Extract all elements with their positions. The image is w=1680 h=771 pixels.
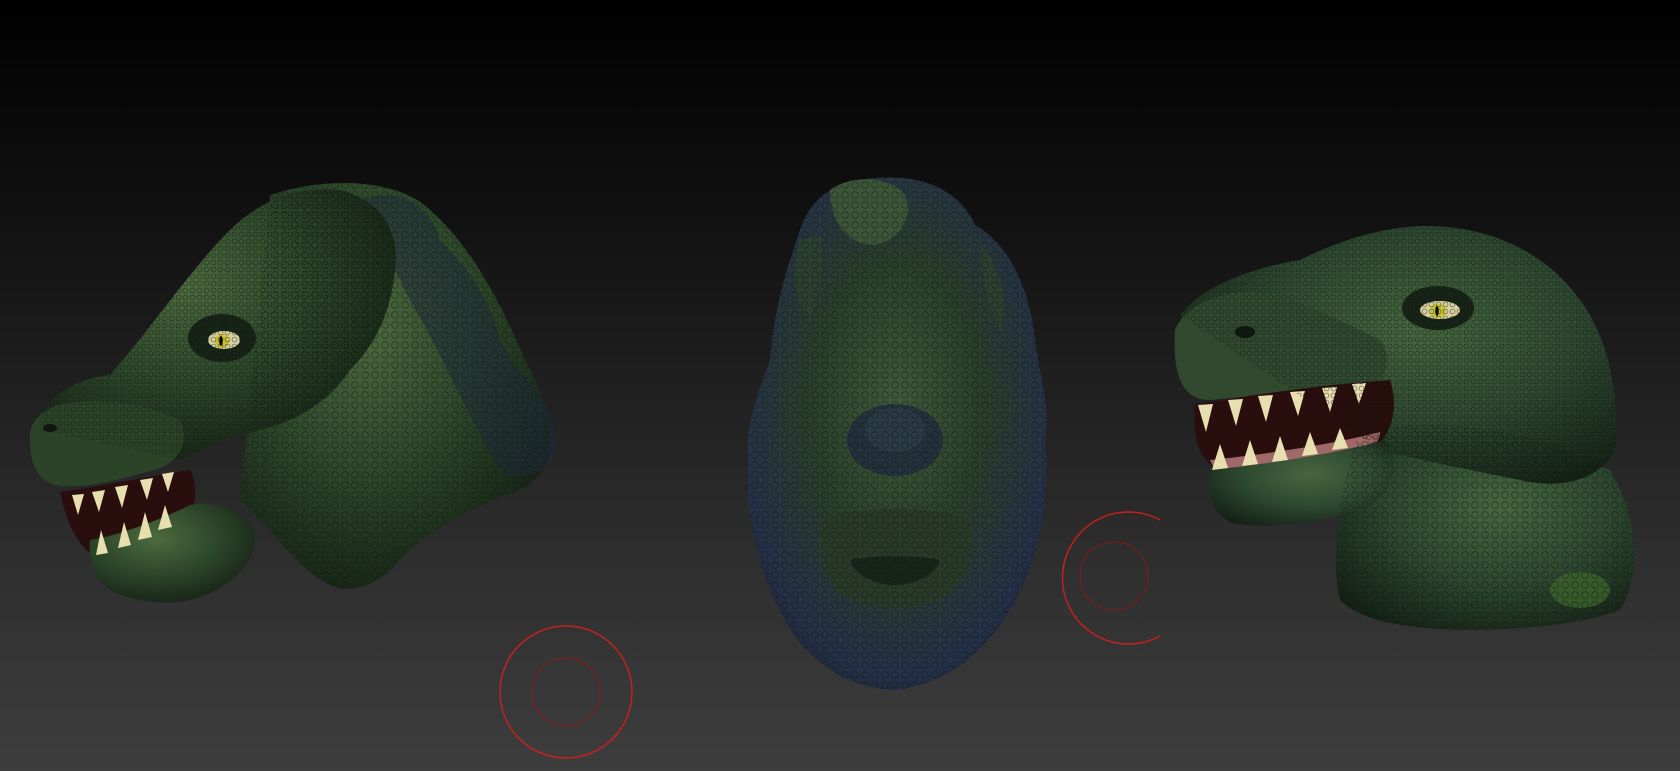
dinosaur-head-model-right bbox=[1174, 225, 1634, 630]
brush-cursor-lower[interactable] bbox=[499, 625, 633, 759]
brush-cursor-outer-ring bbox=[499, 625, 633, 759]
dinosaur-head-model-left bbox=[29, 183, 556, 603]
brush-cursor-inner-ring bbox=[1079, 541, 1149, 611]
canvas-viewport[interactable] bbox=[0, 0, 1680, 771]
brush-cursor-inner-ring bbox=[531, 657, 601, 727]
brush-cursor-outer-ring bbox=[1061, 511, 1161, 645]
brush-cursor-upper[interactable] bbox=[1061, 511, 1161, 645]
scene-svg bbox=[29, 177, 1634, 759]
dinosaur-head-model-front bbox=[747, 177, 1047, 691]
